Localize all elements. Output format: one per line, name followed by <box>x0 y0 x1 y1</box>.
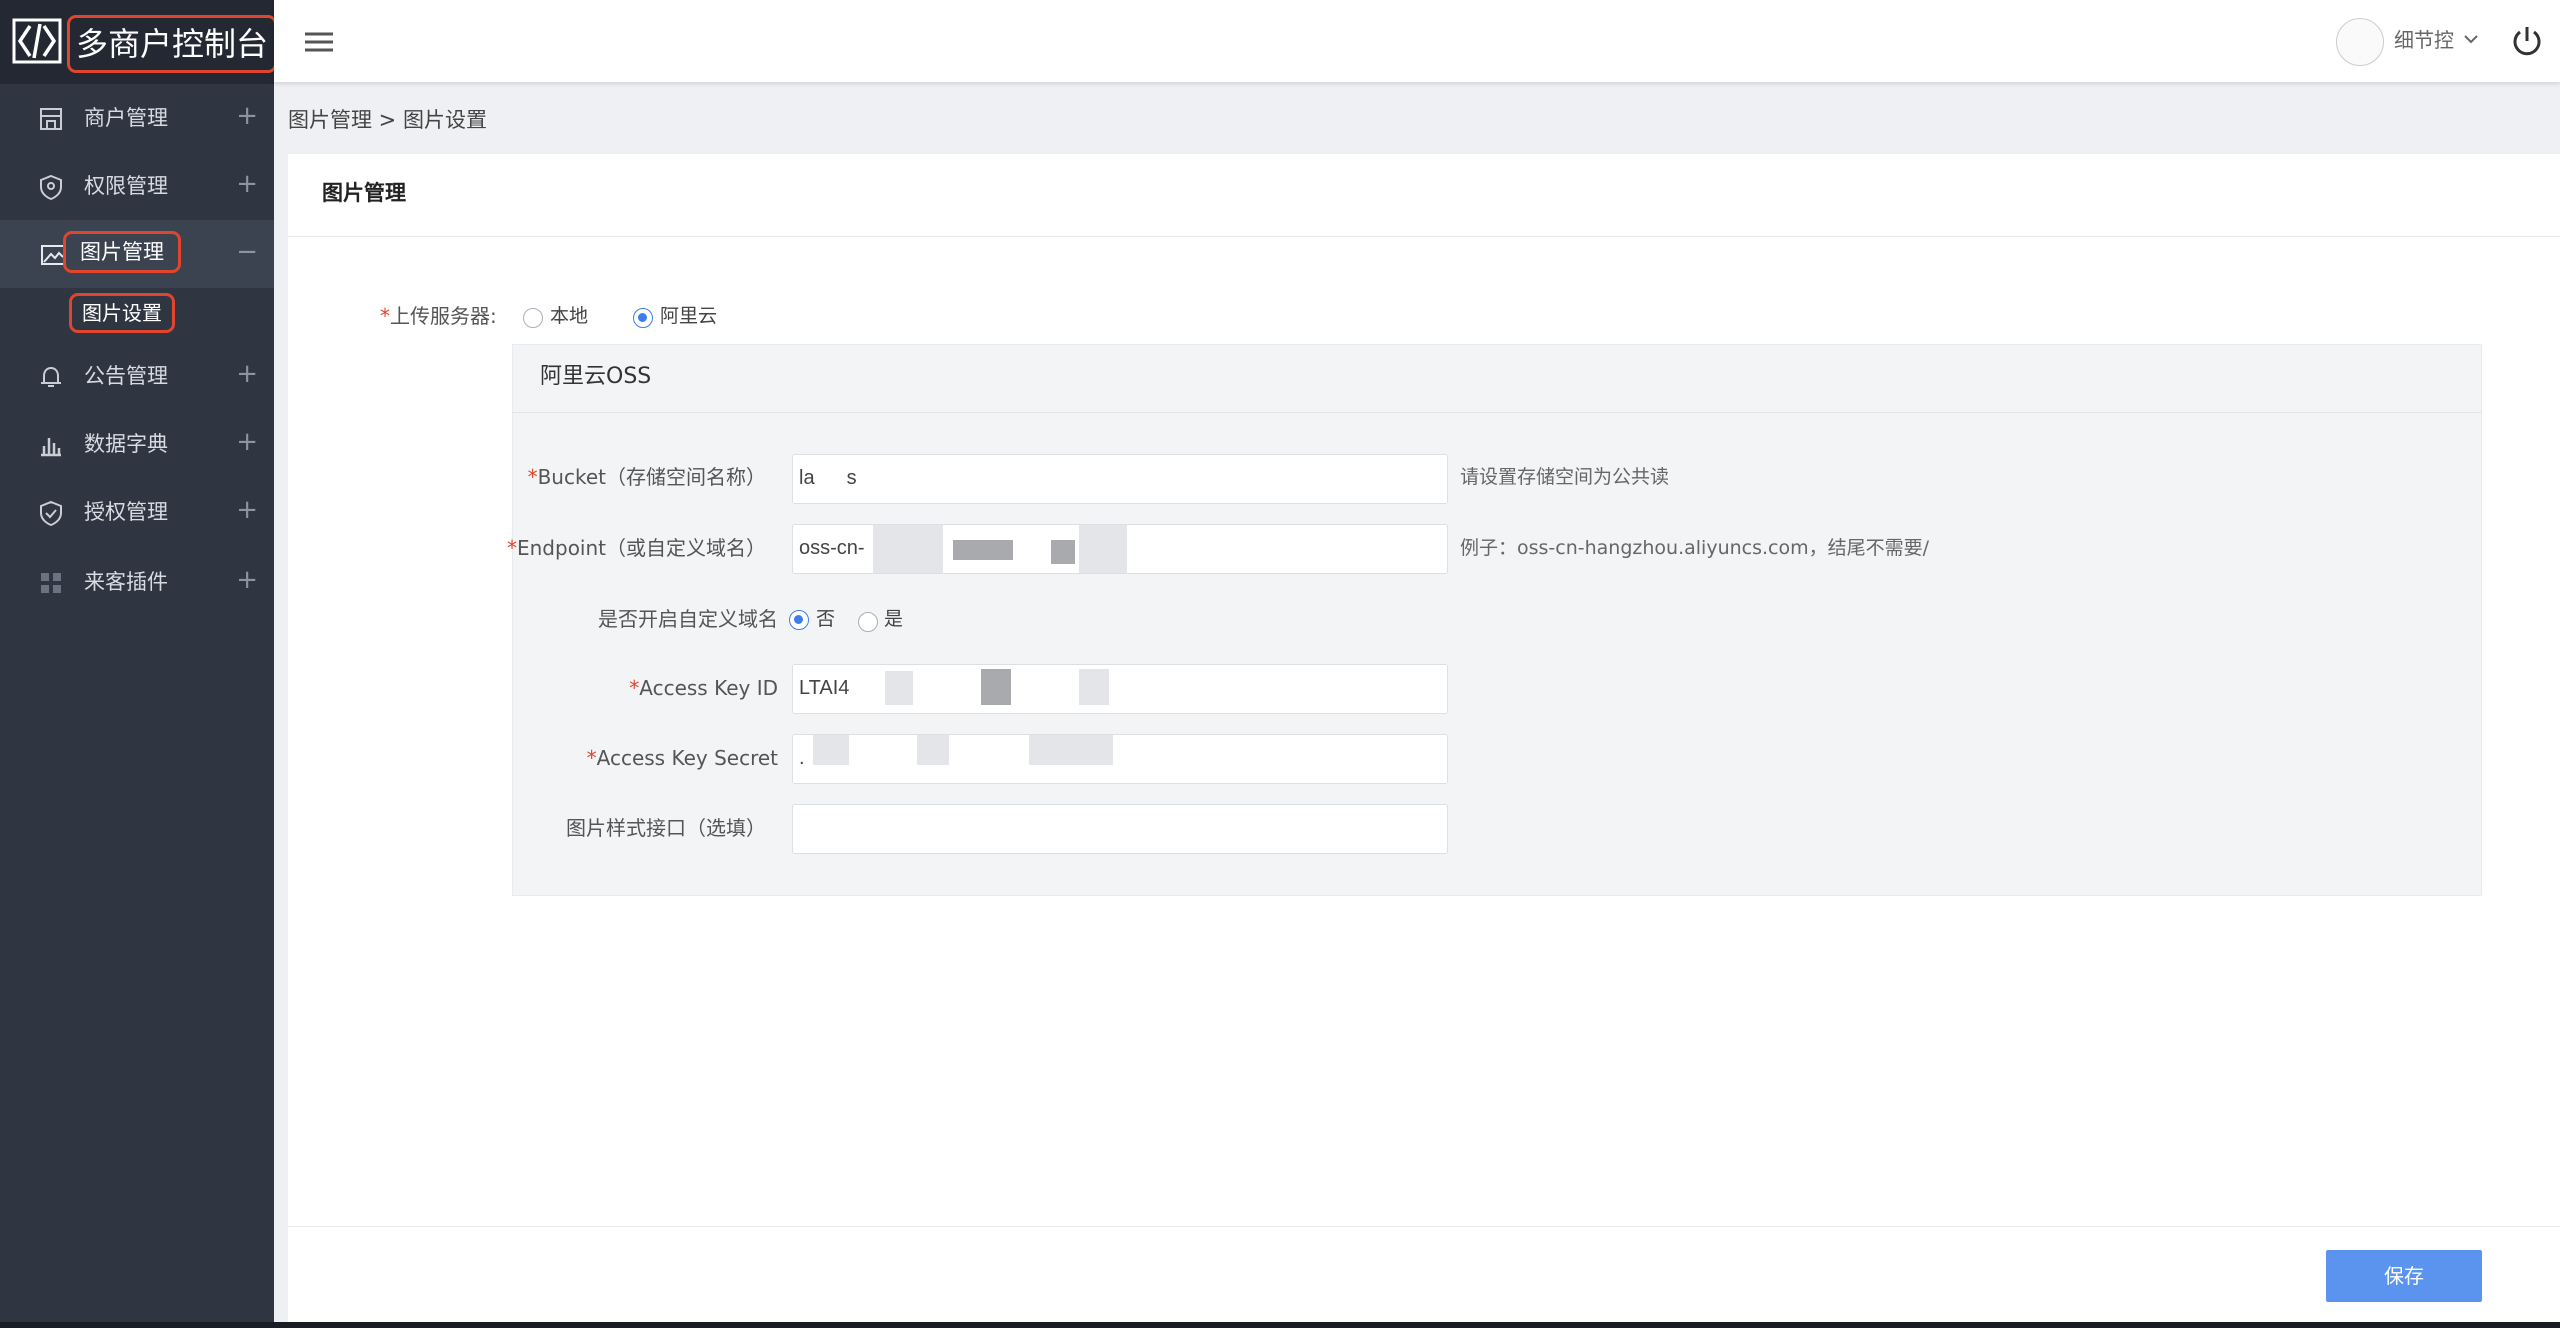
bell-icon <box>41 366 61 387</box>
redacted-block <box>981 669 1011 705</box>
access-key-id-label: *Access Key ID <box>629 676 778 700</box>
divider <box>288 236 2560 237</box>
bucket-input[interactable]: la s <box>792 454 1448 504</box>
sidebar-item-label: 图片管理 <box>63 231 181 273</box>
expand-icon: + <box>236 427 258 457</box>
plugin-icon <box>41 573 61 593</box>
redacted-block <box>1079 525 1127 573</box>
chevron-down-icon[interactable] <box>2460 28 2482 50</box>
style-api-label: 图片样式接口（选填） <box>566 816 766 840</box>
sidebar-item-label: 来客插件 <box>84 570 168 594</box>
expand-icon: + <box>236 359 258 389</box>
sidebar-subitem-image-settings[interactable]: 图片设置 <box>69 293 175 333</box>
redacted-block <box>1079 669 1109 705</box>
sidebar-item-announcement[interactable]: 公告管理 + <box>0 342 274 410</box>
app-title: 多商户控制台 <box>66 15 278 73</box>
radio-custom-domain-no[interactable] <box>789 610 809 630</box>
style-api-input[interactable] <box>792 804 1448 854</box>
bar-chart-icon <box>41 438 61 457</box>
sidebar-item-permission[interactable]: 权限管理 + <box>0 152 274 220</box>
custom-domain-label: 是否开启自定义域名 <box>598 607 778 631</box>
radio-local-label[interactable]: 本地 <box>550 300 588 332</box>
power-icon[interactable] <box>2510 24 2544 58</box>
sidebar-item-label: 权限管理 <box>84 174 168 198</box>
topbar: 细节控 <box>274 0 2560 82</box>
redacted-block <box>917 735 949 765</box>
expand-icon: + <box>236 495 258 525</box>
collapse-icon: − <box>236 237 258 267</box>
sidebar-item-label: 商户管理 <box>84 106 168 130</box>
shield-icon <box>40 174 62 200</box>
expand-icon: + <box>236 565 258 595</box>
access-key-id-input[interactable]: LTAI4 <box>792 664 1448 714</box>
image-icon <box>41 245 65 265</box>
expand-icon: + <box>236 169 258 199</box>
hamburger-menu-icon[interactable] <box>302 26 336 58</box>
breadcrumb: 图片管理 > 图片设置 <box>288 108 487 132</box>
expand-icon: + <box>236 101 258 131</box>
sidebar-item-plugin[interactable]: 来客插件 + <box>0 548 274 616</box>
authorize-icon <box>40 500 62 526</box>
redacted-block <box>1051 540 1075 564</box>
sidebar-item-label: 授权管理 <box>84 500 168 524</box>
sidebar-item-label: 数据字典 <box>84 432 168 456</box>
avatar[interactable] <box>2336 18 2384 66</box>
endpoint-input[interactable]: oss-cn- <box>792 524 1448 574</box>
radio-custom-domain-yes-label[interactable]: 是 <box>884 603 903 635</box>
radio-custom-domain-no-label[interactable]: 否 <box>816 603 835 635</box>
radio-aliyun-label[interactable]: 阿里云 <box>660 300 717 332</box>
endpoint-label: *Endpoint（或自定义域名） <box>506 536 766 560</box>
logo-area: 多商户控制台 <box>0 0 278 84</box>
radio-custom-domain-yes[interactable] <box>858 612 878 632</box>
sidebar-item-authorization[interactable]: 授权管理 + <box>0 478 274 546</box>
oss-panel-title: 阿里云OSS <box>540 364 652 389</box>
bucket-hint: 请设置存储空间为公共读 <box>1460 466 1670 488</box>
logo-icon <box>12 18 62 64</box>
upload-server-label: *上传服务器: <box>380 304 497 328</box>
radio-local[interactable] <box>523 308 543 328</box>
page-title: 图片管理 <box>322 181 406 205</box>
divider <box>512 412 2482 413</box>
redacted-block <box>953 540 1013 560</box>
sidebar-item-label: 公告管理 <box>84 364 168 388</box>
redacted-block <box>1029 735 1113 765</box>
divider <box>288 1226 2560 1227</box>
redacted-block <box>813 735 849 765</box>
sidebar-item-image[interactable]: 图片管理 − <box>0 220 274 288</box>
bucket-label: *Bucket（存储空间名称） <box>527 465 766 489</box>
redacted-block <box>873 525 943 573</box>
endpoint-hint: 例子：oss-cn-hangzhou.aliyuncs.com，结尾不需要/ <box>1460 537 1930 559</box>
redacted-block <box>885 671 913 705</box>
radio-aliyun[interactable] <box>633 308 653 328</box>
access-key-secret-label: *Access Key Secret <box>586 746 778 770</box>
username[interactable]: 细节控 <box>2394 24 2454 56</box>
window-bottom-edge <box>0 1322 2560 1328</box>
store-icon <box>40 108 62 130</box>
sidebar-item-merchant[interactable]: 商户管理 + <box>0 84 274 152</box>
save-button[interactable]: 保存 <box>2326 1250 2482 1302</box>
sidebar-item-dictionary[interactable]: 数据字典 + <box>0 410 274 478</box>
access-key-secret-input[interactable]: . <box>792 734 1448 784</box>
